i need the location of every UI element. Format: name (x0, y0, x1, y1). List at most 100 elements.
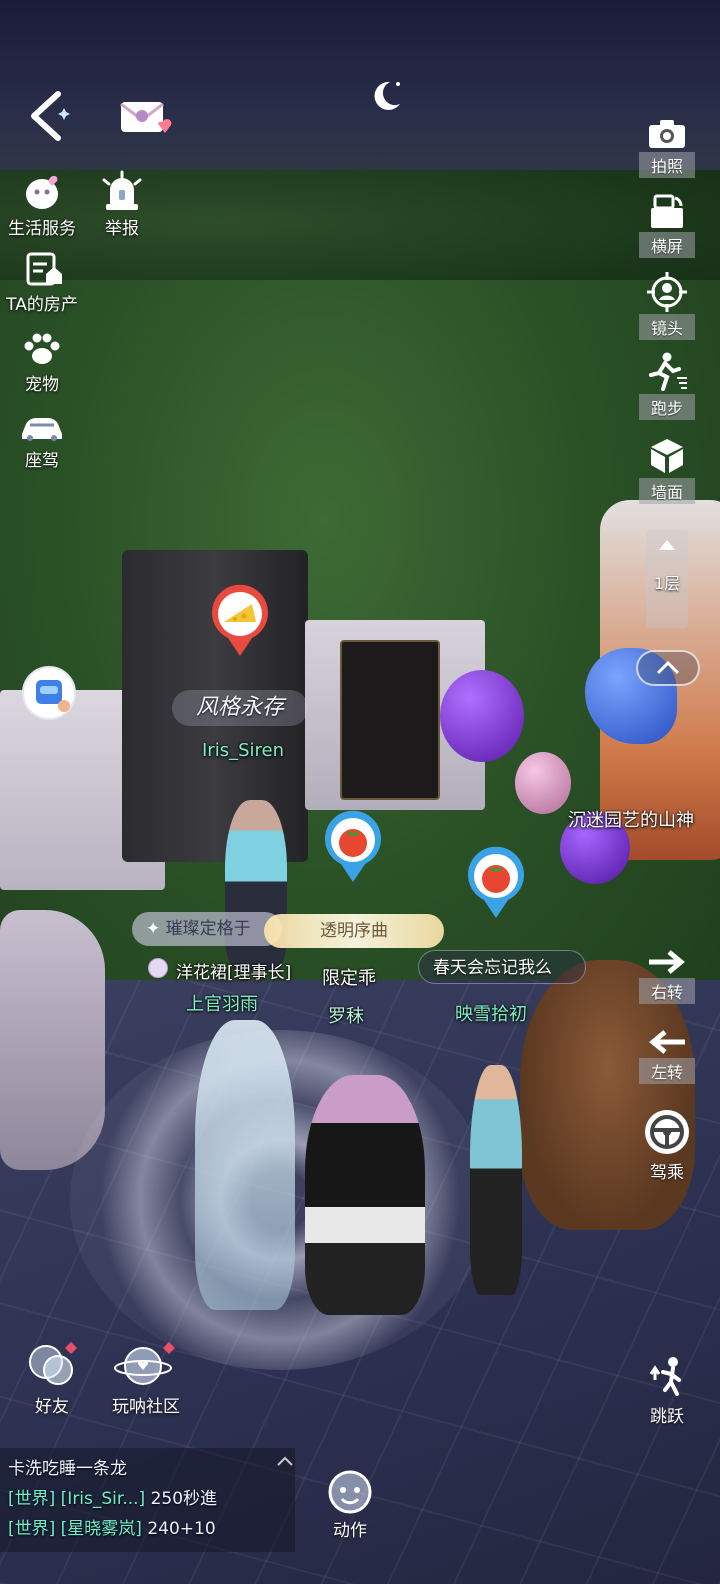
character-main[interactable] (305, 1075, 425, 1315)
turn-right-button[interactable]: 右转 (632, 948, 702, 1004)
chat-line: 卡洗吃睡一条龙 (8, 1454, 287, 1484)
chevron-up-icon (277, 1456, 293, 1466)
stove[interactable] (340, 640, 440, 800)
run-button[interactable]: 跑步 (632, 352, 702, 420)
report-label: 举报 (105, 219, 139, 239)
landscape-button[interactable]: 横屏 (632, 194, 702, 258)
triangle-up-icon (659, 540, 675, 550)
player-name-center: 罗秣 (328, 1006, 364, 1027)
jump-icon (649, 1357, 681, 1396)
emote-button[interactable]: 动作 (310, 1468, 390, 1541)
player-name-right: 映雪拾初 (455, 1004, 527, 1025)
chat-channel[interactable]: [世界] (8, 1489, 55, 1509)
turn-right-label: 右转 (639, 978, 695, 1004)
cube-wall-icon (651, 439, 683, 473)
ta-property-button[interactable]: TA的房产 (2, 250, 82, 315)
pet-button[interactable]: 宠物 (2, 330, 82, 395)
chat-line: [世界] [星晓雾岚] 240+10 (8, 1514, 287, 1544)
emote-face-icon (328, 1470, 372, 1514)
report-button[interactable]: 举报 (82, 170, 162, 239)
cheese-pin-icon (212, 584, 268, 656)
sparkle-icon: ✦ (146, 919, 166, 939)
arrow-right-icon (649, 950, 685, 974)
robot-icon (36, 680, 70, 712)
running-icon (649, 352, 687, 391)
friends-bubble-icon (29, 1342, 77, 1385)
run-label: 跑步 (639, 394, 695, 420)
chat-text: 250秒進 (150, 1489, 218, 1509)
chevron-up-icon (656, 660, 680, 675)
chat-text: 卡洗吃睡一条龙 (8, 1459, 127, 1479)
chat-expand-button[interactable] (276, 1452, 294, 1466)
tomato-pin-icon (325, 810, 381, 882)
tomato-pin-1[interactable] (323, 810, 383, 884)
jump-button[interactable]: 跳跃 (632, 1356, 702, 1427)
camera-lens-button[interactable]: 镜头 (632, 272, 702, 340)
turn-left-button[interactable]: 左转 (632, 1028, 702, 1084)
life-service-button[interactable]: 生活服务 (2, 172, 82, 239)
guild-tag: 洋花裙[理事长] (176, 963, 292, 983)
jump-label: 跳跃 (650, 1407, 684, 1427)
life-service-label: 生活服务 (8, 219, 76, 239)
photo-label: 拍照 (639, 152, 695, 178)
siren-icon (102, 170, 142, 210)
chat-line: [世界] [Iris_Sir...] 250秒進 (8, 1484, 287, 1514)
tomato-pin-2[interactable] (466, 846, 526, 920)
moon-stars-icon (374, 81, 400, 110)
landscape-label: 横屏 (639, 232, 695, 258)
floor-label: 1层 (653, 574, 681, 593)
player-name-left: 上官羽雨 (186, 994, 258, 1015)
owner-name: Iris_Siren (202, 740, 285, 761)
shop-npc-avatar[interactable] (22, 666, 76, 720)
balloon-pink (515, 752, 571, 814)
community-planet-icon (114, 1342, 175, 1385)
chat-panel[interactable]: 卡洗吃睡一条龙 [世界] [Iris_Sir...] 250秒進 [世界] [星… (0, 1448, 295, 1552)
house-card-icon (26, 252, 62, 286)
lens-target-icon (647, 272, 687, 312)
balloon-purple (440, 670, 524, 762)
rotate-screen-icon (651, 194, 683, 228)
turn-left-label: 左转 (639, 1058, 695, 1084)
car-icon (22, 418, 62, 441)
chevron-left-icon (31, 91, 70, 141)
envelope-heart-icon (120, 102, 172, 133)
friends-button[interactable]: 好友 (12, 1340, 92, 1417)
banner-title: 透明序曲 (264, 914, 444, 948)
mount-button[interactable]: 座驾 (2, 412, 82, 471)
wall-label: 墙面 (639, 478, 695, 504)
camera-lens-label: 镜头 (639, 314, 695, 340)
pet-label: 宠物 (25, 375, 59, 395)
ta-property-label: TA的房产 (6, 295, 78, 315)
ghost-balloon-icon (26, 175, 58, 209)
player-name-mid: 限定乖 (322, 968, 376, 989)
cheese-pin[interactable] (210, 584, 270, 658)
player-title-badge: ✦ 璀璨定格于 (132, 912, 282, 946)
photo-button[interactable]: 拍照 (632, 118, 702, 178)
chat-bubble: 春天会忘记我么 (418, 950, 586, 984)
drive-label: 驾乘 (650, 1163, 684, 1183)
community-button[interactable]: 玩呐社区 (104, 1338, 188, 1417)
emote-label: 动作 (333, 1521, 367, 1541)
camera-icon (649, 120, 685, 148)
shop-sign: 风格永存 (172, 690, 308, 726)
friends-label: 好友 (35, 1397, 69, 1417)
character-ice-dress[interactable] (195, 1020, 295, 1310)
guild-badge-icon (148, 958, 168, 978)
drive-button[interactable]: 驾乘 (632, 1108, 702, 1183)
player-title-text: 璀璨定格于 (165, 919, 251, 939)
floor-selector[interactable]: 1层 (646, 530, 688, 628)
chat-channel[interactable]: [世界] (8, 1519, 55, 1539)
character-blue-shirt[interactable] (470, 1065, 522, 1295)
steering-wheel-icon (645, 1110, 689, 1154)
collapse-button[interactable] (636, 650, 700, 686)
tomato-pin-icon (468, 846, 524, 918)
back-button[interactable] (24, 88, 72, 144)
time-indicator (366, 76, 406, 116)
chat-text: 240+10 (147, 1519, 216, 1539)
arrow-left-icon (649, 1030, 685, 1054)
player-name-top-right: 沉迷园艺的山神 (568, 810, 694, 831)
chat-sender[interactable]: [Iris_Sir...] (61, 1489, 146, 1509)
mail-button[interactable] (118, 98, 174, 140)
chat-sender[interactable]: [星晓雾岚] (61, 1519, 142, 1539)
wall-button[interactable]: 墙面 (632, 436, 702, 504)
